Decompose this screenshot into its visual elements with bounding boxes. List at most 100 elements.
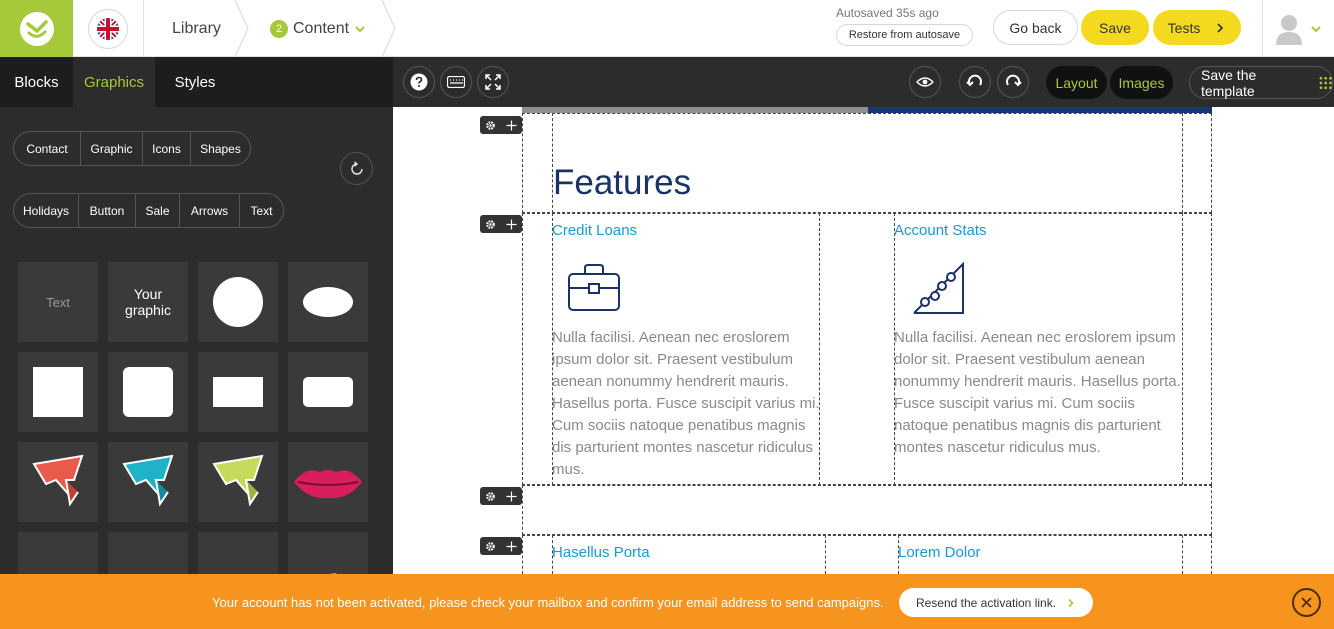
gear-icon xyxy=(486,541,495,551)
question-icon xyxy=(410,73,428,91)
uk-flag-icon xyxy=(88,8,128,49)
graphic-tile-lips[interactable] xyxy=(288,442,368,522)
breadcrumb-library[interactable]: Library xyxy=(172,0,221,57)
column-body-text[interactable]: Nulla facilisi. Aenean nec eroslorem ips… xyxy=(894,327,1182,459)
chip-sale[interactable]: Sale xyxy=(136,194,180,227)
settings-button[interactable] xyxy=(480,537,501,555)
undo-icon xyxy=(966,74,982,87)
language-selector[interactable] xyxy=(73,0,144,57)
layout-toggle[interactable]: Layout xyxy=(1046,66,1107,99)
save-template-button[interactable]: Save the template xyxy=(1189,66,1333,99)
save-button[interactable]: Save xyxy=(1081,10,1149,45)
close-icon xyxy=(1301,597,1312,608)
app-logo[interactable] xyxy=(0,0,73,57)
column-title[interactable]: Account Stats xyxy=(894,222,987,239)
column-body-text[interactable]: Nulla facilisi. Aenean nec eroslorem ips… xyxy=(552,327,820,481)
graphic-tile-world-map[interactable] xyxy=(288,532,368,574)
graphic-tile-rectangle[interactable] xyxy=(198,352,278,432)
user-menu[interactable] xyxy=(1262,0,1334,57)
editor-toolbar: Layout Images Save the template xyxy=(393,57,1334,107)
graphic-tile-your-graphic[interactable]: Your graphic xyxy=(108,262,188,342)
breadcrumb-content-label: Content xyxy=(293,19,350,37)
go-back-button[interactable]: Go back xyxy=(993,10,1078,45)
graphic-tile-rounded-square[interactable] xyxy=(108,352,188,432)
keyboard-shortcuts-button[interactable] xyxy=(440,66,472,98)
drag-handle[interactable] xyxy=(501,215,522,233)
chip-button[interactable]: Button xyxy=(79,194,136,227)
rectangle-shape xyxy=(213,377,263,407)
spacer-block[interactable] xyxy=(522,485,1212,535)
eye-icon xyxy=(916,77,934,87)
tab-blocks[interactable]: Blocks xyxy=(0,57,73,107)
refresh-button[interactable] xyxy=(340,152,373,185)
help-button[interactable] xyxy=(403,66,435,98)
grid-dots-icon xyxy=(1319,76,1332,89)
briefcase-icon[interactable] xyxy=(568,264,620,312)
chip-text[interactable]: Text xyxy=(240,194,283,227)
undo-button[interactable] xyxy=(959,66,991,98)
column-guide xyxy=(1182,213,1183,485)
drag-handle[interactable] xyxy=(501,487,522,505)
graphic-tile-lips-pink[interactable] xyxy=(18,532,98,574)
world-map-icon xyxy=(329,573,337,574)
resend-activation-button[interactable]: Resend the activation link. xyxy=(899,588,1093,617)
graphic-tile-ellipse[interactable] xyxy=(288,262,368,342)
block-handle xyxy=(480,487,522,505)
tile-text-label: Text xyxy=(46,294,70,310)
graphic-tile-text[interactable]: Text xyxy=(18,262,98,342)
settings-button[interactable] xyxy=(480,487,501,505)
chip-holidays[interactable]: Holidays xyxy=(14,194,79,227)
column-guide xyxy=(825,535,826,574)
block-handle xyxy=(480,537,522,555)
images-toggle[interactable]: Images xyxy=(1110,66,1173,99)
stats-chart-icon[interactable] xyxy=(913,262,965,314)
graphic-tile-rounded-rectangle[interactable] xyxy=(288,352,368,432)
restore-autosave-button[interactable]: Restore from autosave xyxy=(836,24,973,46)
step-number-badge: 2 xyxy=(270,19,288,38)
graphic-tile-ribbon-red[interactable] xyxy=(18,442,98,522)
chip-shapes[interactable]: Shapes xyxy=(191,132,250,165)
graphic-tile-circle[interactable] xyxy=(198,262,278,342)
graphic-tile-ribbon-lime[interactable] xyxy=(198,442,278,522)
tests-button[interactable]: Tests xyxy=(1153,10,1241,45)
email-canvas[interactable]: Features Credit Loans Nulla facilisi. Ae… xyxy=(393,107,1334,574)
chip-contact[interactable]: Contact xyxy=(14,132,81,165)
red-ribbon-arrow-icon xyxy=(32,454,84,507)
close-notification-button[interactable] xyxy=(1292,588,1321,617)
refresh-icon xyxy=(350,160,363,175)
breadcrumb-content[interactable]: 2 Content xyxy=(270,0,367,57)
settings-button[interactable] xyxy=(480,116,501,134)
redo-button[interactable] xyxy=(997,66,1029,98)
drag-handle[interactable] xyxy=(501,116,522,134)
chip-graphic[interactable]: Graphic xyxy=(81,132,143,165)
move-icon xyxy=(506,490,517,502)
gear-icon xyxy=(486,491,495,501)
save-template-label: Save the template xyxy=(1201,66,1257,99)
resend-activation-label: Resend the activation link. xyxy=(915,595,1057,610)
top-bar: Library 2 Content Autosaved 35s ago Rest… xyxy=(0,0,1334,57)
block-handle xyxy=(480,215,522,233)
preview-button[interactable] xyxy=(909,66,941,98)
section-title[interactable]: Features xyxy=(553,163,691,203)
graphic-tile-ribbon-teal[interactable] xyxy=(108,442,188,522)
ellipse-shape xyxy=(303,287,353,317)
tile-label-line1: Your xyxy=(133,286,163,302)
graphic-tile-lips-rose[interactable] xyxy=(108,532,188,574)
move-icon xyxy=(506,218,517,230)
settings-button[interactable] xyxy=(480,215,501,233)
lips-icon xyxy=(22,567,94,574)
fullscreen-button[interactable] xyxy=(477,66,509,98)
drag-handle[interactable] xyxy=(501,537,522,555)
chip-arrows[interactable]: Arrows xyxy=(180,194,240,227)
tab-styles[interactable]: Styles xyxy=(155,57,235,107)
column-title[interactable]: Hasellus Porta xyxy=(552,544,650,561)
column-title[interactable]: Lorem Dolor xyxy=(898,544,981,561)
tab-graphics[interactable]: Graphics xyxy=(73,57,155,107)
breadcrumb-separator-icon xyxy=(234,0,249,57)
graphic-tile-square[interactable] xyxy=(18,352,98,432)
graphic-tile-lips-red[interactable] xyxy=(198,532,278,574)
chip-icons[interactable]: Icons xyxy=(143,132,191,165)
column-title[interactable]: Credit Loans xyxy=(552,222,637,239)
redo-icon xyxy=(1006,74,1022,87)
tests-label: Tests xyxy=(1167,19,1201,36)
